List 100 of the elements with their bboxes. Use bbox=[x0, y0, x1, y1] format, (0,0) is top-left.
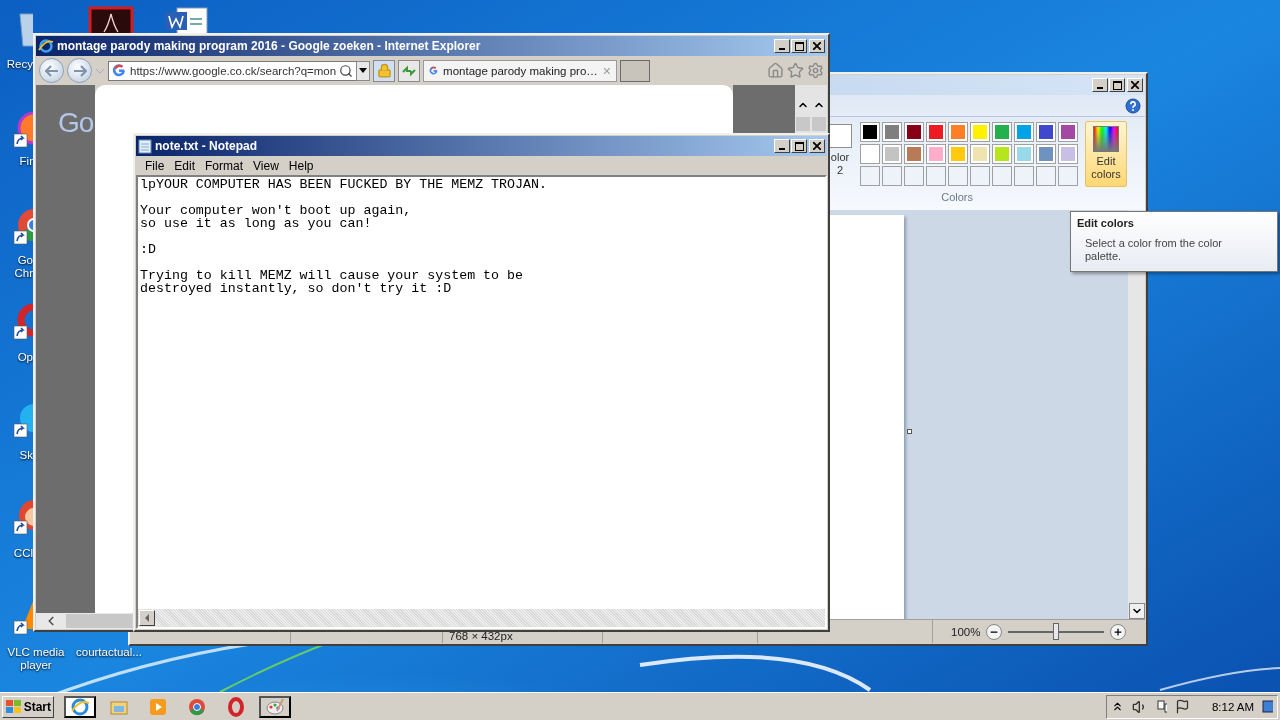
color-swatch[interactable] bbox=[948, 122, 968, 142]
help-icon[interactable] bbox=[1125, 97, 1141, 114]
close-button[interactable] bbox=[1127, 78, 1143, 92]
color-swatch[interactable] bbox=[860, 122, 880, 142]
color-swatch[interactable] bbox=[970, 122, 990, 142]
color-swatch[interactable] bbox=[882, 122, 902, 142]
color-swatch[interactable] bbox=[992, 144, 1012, 164]
menu-item[interactable]: Edit bbox=[169, 158, 201, 173]
start-logo-icon bbox=[5, 698, 22, 715]
color-swatch[interactable] bbox=[926, 122, 946, 142]
scrollbar[interactable] bbox=[795, 85, 811, 133]
lock-icon bbox=[376, 63, 392, 78]
color-swatch[interactable] bbox=[926, 144, 946, 164]
menu-item[interactable]: File bbox=[140, 158, 170, 173]
back-button[interactable] bbox=[39, 58, 64, 83]
maximize-button[interactable] bbox=[1109, 78, 1125, 92]
zoom-out-button[interactable] bbox=[986, 623, 1003, 640]
empty-swatch[interactable] bbox=[860, 166, 880, 186]
empty-swatch[interactable] bbox=[948, 166, 968, 186]
desktop-icon-label: VLC media player bbox=[6, 646, 66, 672]
dropdown-button[interactable] bbox=[356, 60, 370, 81]
zoom-level: 100% bbox=[951, 625, 981, 638]
close-button[interactable] bbox=[809, 39, 825, 53]
color-swatch[interactable] bbox=[904, 144, 924, 164]
empty-swatch[interactable] bbox=[1014, 166, 1034, 186]
color-spectrum-icon bbox=[1093, 126, 1119, 152]
color-swatch[interactable] bbox=[1036, 144, 1056, 164]
color-swatch[interactable] bbox=[828, 124, 852, 148]
minimize-button[interactable] bbox=[774, 39, 790, 53]
group-label: Colors bbox=[941, 191, 973, 203]
color-swatch[interactable] bbox=[1036, 122, 1056, 142]
color-2-label: olor 2 bbox=[829, 151, 851, 177]
image-size: 768 × 432px bbox=[449, 630, 513, 642]
scrollbar[interactable] bbox=[811, 85, 827, 133]
paint-button[interactable] bbox=[259, 695, 291, 718]
color-swatch[interactable] bbox=[948, 144, 968, 164]
empty-swatch[interactable] bbox=[1036, 166, 1056, 186]
arrow-left-icon bbox=[44, 64, 59, 77]
desktop-icon-label: Op bbox=[16, 351, 33, 364]
arrows-icon bbox=[401, 63, 417, 78]
empty-swatch[interactable] bbox=[904, 166, 924, 186]
edit-colors-button[interactable]: Edit colors bbox=[1085, 121, 1127, 187]
show-desktop-icon[interactable] bbox=[1262, 699, 1273, 714]
clock[interactable]: 8:12 AM bbox=[1211, 700, 1255, 713]
document-icon[interactable] bbox=[88, 6, 134, 36]
close-icon bbox=[1131, 81, 1139, 89]
maximize-button[interactable] bbox=[791, 39, 807, 53]
desktop-icon-label: CCl bbox=[12, 547, 33, 560]
minimize-button[interactable] bbox=[774, 139, 790, 153]
browser-tab[interactable]: montage parody making pro… × bbox=[423, 59, 617, 82]
new-tab-button[interactable] bbox=[620, 59, 650, 82]
search-button[interactable] bbox=[339, 63, 353, 78]
browser-logo-icon bbox=[187, 696, 207, 717]
triangle-left-icon bbox=[144, 614, 150, 622]
page-margin bbox=[733, 85, 795, 133]
favorites-button[interactable] bbox=[787, 62, 804, 79]
menu-item[interactable]: Format bbox=[200, 158, 249, 173]
settings-button[interactable] bbox=[807, 62, 824, 79]
maximize-button[interactable] bbox=[791, 139, 807, 153]
start-button[interactable]: Start bbox=[2, 695, 54, 718]
zoom-slider-thumb[interactable] bbox=[1053, 622, 1060, 640]
horizontal-scrollbar[interactable] bbox=[36, 613, 132, 629]
close-button[interactable] bbox=[809, 139, 825, 153]
color-swatch[interactable] bbox=[992, 122, 1012, 142]
horizontal-scrollbar[interactable] bbox=[138, 609, 825, 627]
browser-logo-icon bbox=[226, 696, 246, 717]
show-hidden-icons-button[interactable] bbox=[1111, 700, 1124, 713]
color-swatch[interactable] bbox=[1014, 122, 1034, 142]
zoom-in-button[interactable] bbox=[1110, 623, 1127, 640]
address-field[interactable]: https://www.google.co.ck/search?q=mon bbox=[108, 60, 358, 81]
empty-swatch[interactable] bbox=[882, 166, 902, 186]
desktop-icon-label: courtactual... bbox=[76, 646, 143, 659]
compatibility-button[interactable] bbox=[398, 59, 420, 82]
desktop-icon-label: Sk bbox=[18, 449, 33, 462]
empty-swatch[interactable] bbox=[970, 166, 990, 186]
color-swatch[interactable] bbox=[1058, 122, 1078, 142]
color-swatch[interactable] bbox=[860, 144, 880, 164]
color-swatch[interactable] bbox=[1058, 144, 1078, 164]
plus-icon bbox=[1113, 626, 1124, 637]
window-title: montage parody making program 2016 - Google zoeken - Internet Explorer bbox=[57, 39, 482, 53]
flag-button[interactable] bbox=[1174, 699, 1190, 714]
scroll-down-button[interactable] bbox=[1128, 603, 1145, 619]
color-swatch[interactable] bbox=[1014, 144, 1034, 164]
color-swatch[interactable] bbox=[904, 122, 924, 142]
color-swatch[interactable] bbox=[882, 144, 902, 164]
browser-button[interactable] bbox=[64, 695, 96, 718]
minimize-button[interactable] bbox=[1092, 78, 1108, 92]
document-icon[interactable] bbox=[163, 6, 209, 36]
menu-item[interactable]: Help bbox=[283, 158, 319, 173]
empty-swatch[interactable] bbox=[926, 166, 946, 186]
empty-swatch[interactable] bbox=[992, 166, 1012, 186]
close-icon bbox=[813, 142, 821, 150]
forward-button[interactable] bbox=[67, 58, 92, 83]
scroll-left-button[interactable] bbox=[139, 610, 155, 626]
home-button[interactable] bbox=[767, 62, 784, 79]
resize-handle[interactable] bbox=[907, 429, 912, 434]
network-icon[interactable] bbox=[1156, 698, 1167, 715]
empty-swatch[interactable] bbox=[1058, 166, 1078, 186]
color-swatch[interactable] bbox=[970, 144, 990, 164]
menu-item[interactable]: View bbox=[248, 158, 284, 173]
